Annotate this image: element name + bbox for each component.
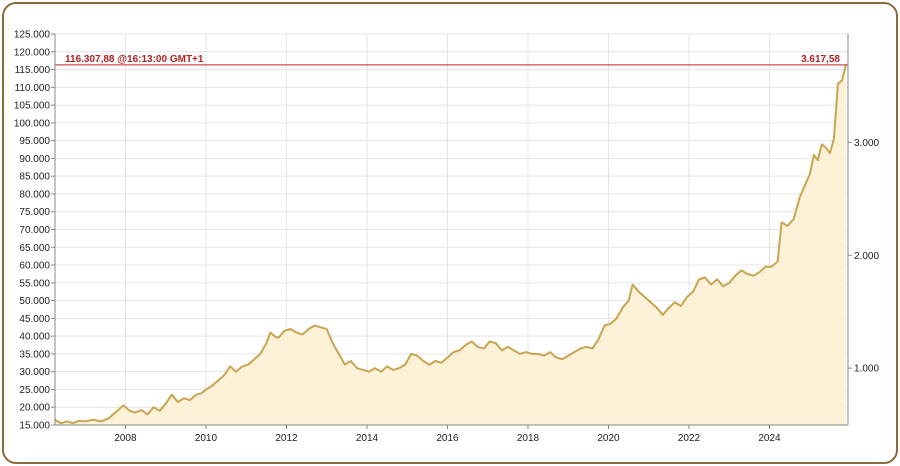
y-tick-label: 15.000 (19, 421, 50, 432)
y-tick-label: 55.000 (19, 278, 50, 289)
x-tick-label: 2020 (597, 433, 620, 444)
y-tick-label: 110.000 (15, 83, 51, 94)
x-tick-label: 2010 (195, 433, 218, 444)
y-tick-label: 70.000 (19, 225, 50, 236)
y-axis-ticks: 15.000 20.000 25.000 30.000 35.000 40.000 45.0… (14, 30, 55, 432)
y-tick-label: 90.000 (19, 154, 50, 165)
y-tick-label: 35.000 (19, 349, 50, 360)
y2-tick-label: 2.000 (854, 251, 879, 262)
y-tick-label: 25.000 (19, 385, 50, 396)
y-tick-label: 20.000 (19, 403, 50, 414)
y-tick-label: 60.000 (19, 261, 50, 272)
y2-tick-label: 1.000 (854, 364, 879, 375)
current-secondary-label: 3.617,58 (801, 54, 840, 65)
y-tick-label: 40.000 (19, 332, 50, 343)
y-tick-label: 65.000 (19, 243, 50, 254)
y-tick-label: 125.000 (14, 30, 51, 41)
y-tick-label: 95.000 (19, 136, 50, 147)
x-tick-label: 2022 (678, 433, 701, 444)
y2-axis-ticks: 1.000 2.000 3.000 (848, 138, 879, 375)
x-tick-label: 2024 (758, 433, 781, 444)
y2-tick-label: 3.000 (854, 138, 879, 149)
x-tick-label: 2012 (275, 433, 298, 444)
y-tick-label: 85.000 (19, 172, 50, 183)
x-tick-label: 2008 (114, 433, 137, 444)
price-chart: 116.307,88 @16:13:00 GMT+1 3.617,58 15.0… (14, 30, 880, 445)
y-tick-label: 45.000 (19, 314, 50, 325)
x-tick-label: 2018 (517, 433, 540, 444)
y-tick-label: 50.000 (19, 296, 50, 307)
y-tick-label: 75.000 (19, 207, 50, 218)
y-tick-label: 100.000 (14, 118, 51, 129)
x-tick-label: 2016 (436, 433, 459, 444)
y-tick-label: 80.000 (19, 189, 50, 200)
y-tick-label: 105.000 (14, 101, 51, 112)
x-axis-ticks: 2008 2010 2012 2014 2016 2018 2020 2022 2024 (114, 425, 781, 444)
y-tick-label: 30.000 (19, 367, 50, 378)
y-tick-label: 120.000 (14, 47, 51, 58)
price-area-fill (55, 64, 846, 426)
x-tick-label: 2014 (356, 433, 379, 444)
y-tick-label: 115.000 (15, 65, 51, 76)
current-price-label: 116.307,88 @16:13:00 GMT+1 (65, 54, 204, 65)
